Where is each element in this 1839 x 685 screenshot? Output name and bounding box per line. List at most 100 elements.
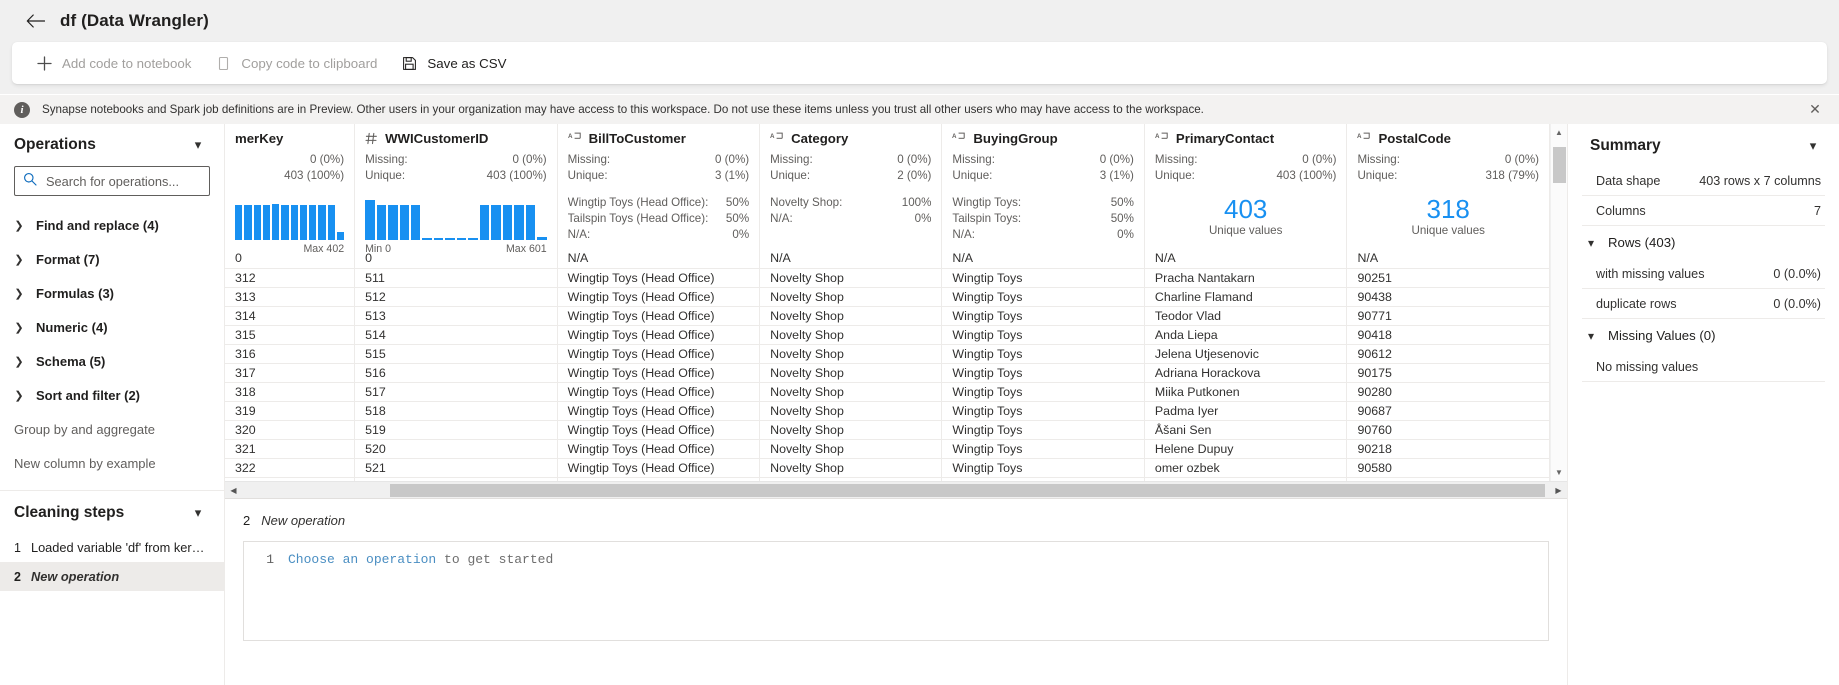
chevron-down-icon: ▾ xyxy=(1587,328,1595,343)
grid-horizontal-scrollbar[interactable]: ◀ ▶ xyxy=(225,481,1567,498)
cell: 90251 xyxy=(1346,268,1550,288)
scroll-right-arrow-icon[interactable]: ▶ xyxy=(1550,482,1567,499)
cell: Teodor Vlad xyxy=(1144,306,1348,326)
table-row[interactable]: 317 516 Wingtip Toys (Head Office) Novel… xyxy=(225,363,1550,383)
scroll-up-arrow-icon[interactable]: ▲ xyxy=(1551,124,1568,141)
unique-value: 403 (100%) xyxy=(284,169,345,182)
operation-group-by-and-aggregate[interactable]: Group by and aggregate xyxy=(0,412,224,446)
missing-value: 0 (0%) xyxy=(714,153,750,166)
operation-group-formulas[interactable]: ❯ Formulas (3) xyxy=(0,276,224,310)
unique-count: 318 xyxy=(1426,194,1470,224)
choose-an-operation-link[interactable]: Choose an operation xyxy=(288,552,436,567)
chevron-down-icon[interactable]: ▾ xyxy=(190,505,206,521)
summary-missing-values-group[interactable]: ▾ Missing Values (0) xyxy=(1582,319,1825,352)
cell: Wingtip Toys (Head Office) xyxy=(557,439,761,459)
table-row[interactable]: 320 519 Wingtip Toys (Head Office) Novel… xyxy=(225,420,1550,440)
vertical-scroll-thumb[interactable] xyxy=(1552,147,1566,183)
horizontal-scroll-track[interactable] xyxy=(242,482,1550,499)
column-header-postalcode[interactable]: A PostalCode Missing: 0 (0%) Unique: 318 (… xyxy=(1346,124,1550,249)
scroll-down-arrow-icon[interactable]: ▼ xyxy=(1551,464,1568,481)
summary-rows-group[interactable]: ▾ Rows (403) xyxy=(1582,226,1825,259)
column-stats: 0 (0%) 403 (100%) xyxy=(235,152,344,184)
operation-group-schema[interactable]: ❯ Schema (5) xyxy=(0,344,224,378)
grid-vertical-scrollbar[interactable]: ▲ ▼ xyxy=(1550,124,1567,481)
table-row[interactable]: 313 512 Wingtip Toys (Head Office) Novel… xyxy=(225,287,1550,307)
chevron-right-icon: ❯ xyxy=(14,389,24,402)
table-row[interactable]: 315 514 Wingtip Toys (Head Office) Novel… xyxy=(225,325,1550,345)
cell: 90580 xyxy=(1346,458,1550,478)
cell: 512 xyxy=(354,287,558,307)
command-bar-wrapper: Add code to notebook Copy code to clipbo… xyxy=(0,42,1839,84)
operation-group-numeric[interactable]: ❯ Numeric (4) xyxy=(0,310,224,344)
table-row[interactable]: 312 511 Wingtip Toys (Head Office) Novel… xyxy=(225,268,1550,288)
category-pct: 50% xyxy=(1110,196,1134,209)
column-header-category[interactable]: A Category Missing: 0 (0%) Unique: 2 (0%) xyxy=(759,124,943,249)
chevron-down-icon[interactable]: ▾ xyxy=(1805,138,1821,154)
cell: Novelty Shop xyxy=(759,306,943,326)
text-type-icon: A xyxy=(568,132,582,145)
search-operations-input[interactable] xyxy=(44,172,213,190)
cleaning-step-2[interactable]: 2 New operation xyxy=(0,562,224,591)
cell: 312 xyxy=(225,268,356,288)
operation-label: New column by example xyxy=(14,455,156,471)
operation-new-column-by-example[interactable]: New column by example xyxy=(0,446,224,480)
cell: 316 xyxy=(225,344,356,364)
unique-values-summary: 403 Unique values xyxy=(1155,194,1337,237)
grid-inner: merKey 0 (0%) 403 (100%) Max 402 WWICust… xyxy=(225,124,1550,481)
code-preview-box[interactable]: 1 Choose an operation to get started xyxy=(243,541,1549,641)
column-header-wwicustomerid[interactable]: WWICustomerID Missing: 0 (0%) Unique: 403 … xyxy=(354,124,558,255)
table-row[interactable]: 322 521 Wingtip Toys (Head Office) Novel… xyxy=(225,458,1550,478)
summary-data-shape-row: Data shape 403 rows x 7 columns xyxy=(1582,166,1825,196)
cell: Wingtip Toys (Head Office) xyxy=(557,401,761,421)
horizontal-scroll-thumb[interactable] xyxy=(390,483,1545,497)
summary-duplicate-rows-row: duplicate rows 0 (0.0%) xyxy=(1582,289,1825,319)
cleaning-step-1[interactable]: 1 Loaded variable 'df' from kerne... xyxy=(0,533,224,562)
category-name: Novelty Shop: xyxy=(770,196,843,209)
scroll-left-arrow-icon[interactable]: ◀ xyxy=(225,482,242,499)
cleaning-steps-heading: Cleaning steps xyxy=(14,504,125,521)
table-row[interactable]: 314 513 Wingtip Toys (Head Office) Novel… xyxy=(225,306,1550,326)
search-operations-box[interactable] xyxy=(14,166,213,196)
cell: Åšani Sen xyxy=(1144,420,1348,440)
operation-group-sort-and-filter[interactable]: ❯ Sort and filter (2) xyxy=(0,378,224,412)
cell: Novelty Shop xyxy=(759,439,943,459)
cell: Novelty Shop xyxy=(759,268,943,288)
cell: N/A xyxy=(1346,249,1550,269)
column-header-primarycontact[interactable]: A PrimaryContact Missing: 0 (0%) Unique: 4… xyxy=(1144,124,1348,249)
axis-min-label: Min 0 xyxy=(365,243,392,255)
cell: Wingtip Toys (Head Office) xyxy=(557,306,761,326)
chevron-down-icon[interactable]: ▾ xyxy=(190,137,206,153)
operation-group-find-and-replace[interactable]: ❯ Find and replace (4) xyxy=(0,208,224,242)
text-type-icon: A xyxy=(952,132,966,145)
step-label: Loaded variable 'df' from kerne... xyxy=(30,540,210,555)
save-as-csv-button[interactable]: Save as CSV xyxy=(389,47,518,79)
operations-list: ❯ Find and replace (4) ❯ Format (7) ❯ Fo… xyxy=(0,206,224,480)
category-name: Wingtip Toys: xyxy=(952,196,1022,209)
table-row[interactable]: 319 518 Wingtip Toys (Head Office) Novel… xyxy=(225,401,1550,421)
unique-label: Unique: xyxy=(567,169,608,182)
operation-editor: 2 New operation 1 Choose an operation to… xyxy=(225,499,1567,685)
operations-header: Operations ▾ xyxy=(0,124,224,164)
cell: Wingtip Toys xyxy=(941,363,1145,383)
column-header-buyinggroup[interactable]: A BuyingGroup Missing: 0 (0%) Unique: 3 (1… xyxy=(941,124,1145,249)
add-code-to-notebook-button[interactable]: Add code to notebook xyxy=(24,47,203,79)
column-header-merkey[interactable]: merKey 0 (0%) 403 (100%) Max 402 xyxy=(225,124,356,255)
svg-text:A: A xyxy=(1357,133,1362,140)
data-shape-value: 403 rows x 7 columns xyxy=(1699,173,1821,188)
close-icon[interactable]: ✕ xyxy=(1805,100,1825,120)
category-pct: 0% xyxy=(1117,228,1134,241)
back-arrow-icon[interactable] xyxy=(22,8,48,34)
missing-value: 0 (0%) xyxy=(512,153,547,166)
table-row[interactable]: 318 517 Wingtip Toys (Head Office) Novel… xyxy=(225,382,1550,402)
missing-label: Missing: xyxy=(952,153,995,166)
copy-code-to-clipboard-button[interactable]: Copy code to clipboard xyxy=(203,47,389,79)
cell: Novelty Shop xyxy=(759,420,943,440)
table-row[interactable]: 316 515 Wingtip Toys (Head Office) Novel… xyxy=(225,344,1550,364)
operation-group-format[interactable]: ❯ Format (7) xyxy=(0,242,224,276)
vertical-scroll-track[interactable] xyxy=(1551,141,1568,464)
chevron-right-icon: ❯ xyxy=(14,287,24,300)
column-header-billtocustomer[interactable]: A BillToCustomer Missing: 0 (0%) Unique: 3… xyxy=(557,124,761,249)
category-pct: 0% xyxy=(732,228,750,241)
svg-text:A: A xyxy=(952,133,957,140)
table-row[interactable]: 321 520 Wingtip Toys (Head Office) Novel… xyxy=(225,439,1550,459)
